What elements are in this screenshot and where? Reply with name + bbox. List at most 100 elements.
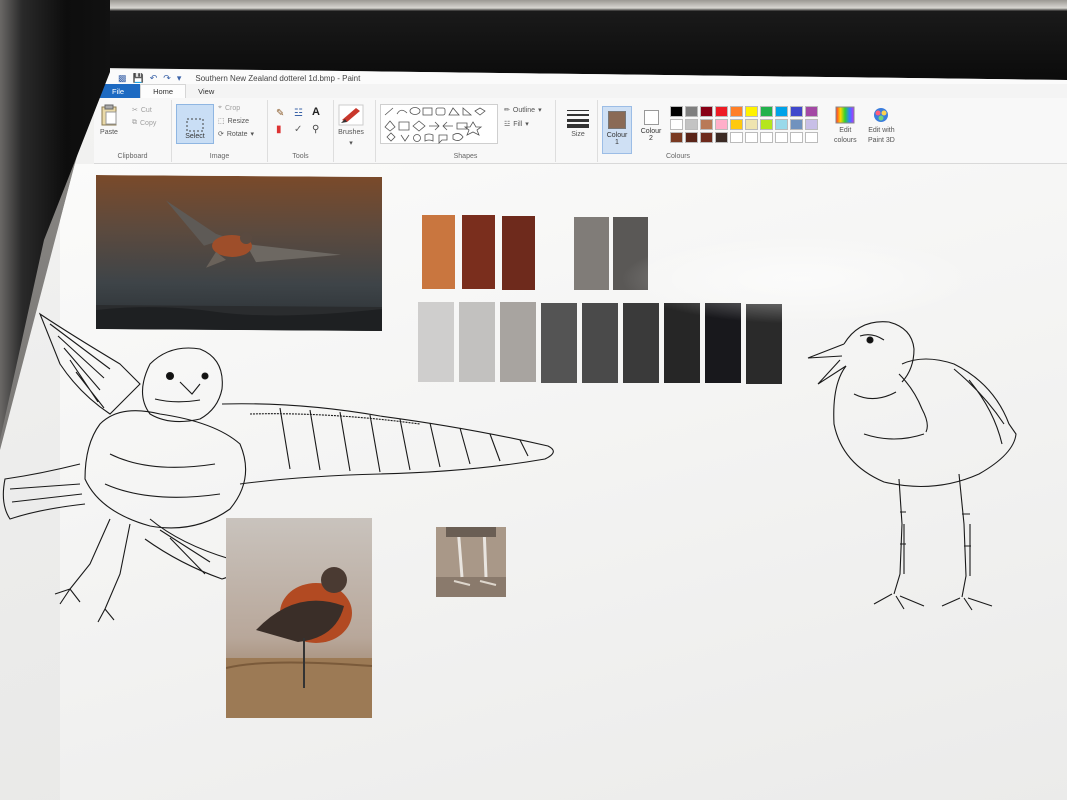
edit-colours-line2: colours [834,137,857,144]
palette-swatch[interactable] [760,132,773,143]
outline-button[interactable]: ✏ Outline ▾ [504,106,542,115]
select-label: Select [185,133,205,140]
redo-icon[interactable]: ↷ [163,73,171,84]
colour1-button[interactable]: Colour 1 [602,106,632,154]
clipboard-group: Paste ✂ Cut ⧉ Copy Clipboard [94,100,172,162]
colour-palette [670,106,830,146]
resize-icon: ⬚ [218,118,225,125]
colours-group: Colour 1 Colour 2 Edit colours Edit with… [598,100,918,162]
drawing-canvas[interactable] [2,164,1067,800]
palette-swatch[interactable] [760,119,773,130]
colour-swatch [746,303,782,384]
standing-dotterel-image [226,518,372,718]
palette-swatch[interactable] [685,106,698,117]
palette-swatch[interactable] [745,119,758,130]
colour-swatch [613,217,648,291]
colour-swatch [462,215,495,290]
paint3d-line1: Edit with [868,127,895,134]
palette-swatch[interactable] [670,119,683,130]
size-button[interactable]: Size [566,108,590,138]
standing-dotterel-line-drawing [807,321,1017,611]
colour-swatch [502,215,535,290]
quick-access-toolbar: ▩ 💾 ↶ ↷ ▾ [118,73,181,84]
edit-colours-button[interactable]: Edit colours [834,106,857,144]
palette-swatch[interactable] [730,106,743,117]
clipboard-group-label: Clipboard [117,153,148,160]
select-button[interactable]: Select [176,104,214,144]
chevron-down-icon: ▾ [349,140,353,147]
palette-swatch[interactable] [700,132,713,143]
palette-swatch[interactable] [745,106,758,117]
magnifier-icon[interactable]: ⚲ [312,124,319,135]
paste-label: Paste [100,129,118,136]
colour1-label-line2: 1 [615,139,619,146]
fill-button[interactable]: ☳ Fill ▾ [504,120,529,129]
pencil-icon[interactable]: ✎ [276,108,284,119]
paint3d-icon [874,108,889,122]
palette-swatch[interactable] [775,132,788,143]
rotate-button[interactable]: ⟳ Rotate ▾ [218,130,254,139]
ribbon-tabs: File Home View [96,84,1067,98]
colour1-label-line1: Colour [606,132,628,139]
shapes-gallery[interactable] [380,104,498,144]
dotterel-legs-image [436,527,506,597]
palette-swatch[interactable] [745,132,758,143]
brushes-button[interactable]: Brushes ▾ [338,104,364,147]
palette-swatch[interactable] [700,119,713,130]
palette-swatch[interactable] [775,106,788,117]
resize-button[interactable]: ⬚ Resize [218,117,249,126]
color-picker-icon[interactable]: ✓ [294,124,302,135]
text-tool-icon[interactable]: A [312,106,320,118]
line-size-icon [567,110,589,128]
edit-with-paint3d-button[interactable]: Edit with Paint 3D [868,106,895,144]
colour2-swatch [643,110,659,125]
palette-swatch[interactable] [685,132,698,143]
palette-swatch[interactable] [715,119,728,130]
palette-swatch[interactable] [805,119,818,130]
palette-swatch[interactable] [790,132,803,143]
colour2-label-line1: Colour [640,128,662,135]
chevron-down-icon[interactable]: ▾ [177,73,182,84]
paste-button[interactable]: Paste [100,104,118,136]
paste-icon [101,104,117,126]
ribbon: Paste ✂ Cut ⧉ Copy Clipboard Select ⌖ Cr… [94,98,1067,164]
cut-button[interactable]: ✂ Cut [132,106,152,115]
palette-swatch[interactable] [730,119,743,130]
tab-view[interactable]: View [186,84,226,98]
tools-group: ✎ ☳ A ▮ ✓ ⚲ Tools [268,100,334,162]
palette-swatch[interactable] [760,106,773,117]
colour-swatch [664,303,700,384]
brushes-group: Brushes ▾ [334,100,376,162]
colour2-button[interactable]: Colour 2 [638,110,664,142]
palette-swatch[interactable] [685,119,698,130]
palette-swatch[interactable] [790,106,803,117]
palette-swatch[interactable] [805,132,818,143]
save-icon[interactable]: 💾 [133,73,144,84]
device-bezel-top [0,0,1067,80]
palette-swatch[interactable] [715,132,728,143]
palette-swatch[interactable] [700,106,713,117]
eraser-icon[interactable]: ▮ [276,124,282,135]
palette-swatch[interactable] [805,106,818,117]
palette-swatch[interactable] [670,106,683,117]
brush-icon [338,104,364,126]
crop-icon: ⌖ [218,104,222,111]
colour-swatch [705,303,741,384]
undo-icon[interactable]: ↶ [150,73,158,84]
chevron-down-icon: ▾ [538,107,542,114]
palette-swatch[interactable] [775,119,788,130]
fill-bucket-icon[interactable]: ☳ [294,108,303,119]
palette-swatch[interactable] [670,132,683,143]
crop-button[interactable]: ⌖ Crop [218,104,240,112]
palette-swatch[interactable] [715,106,728,117]
cut-label: Cut [140,106,152,114]
scissors-icon: ✂ [132,107,138,114]
copy-label: Copy [140,119,157,127]
rotate-label: Rotate [226,130,248,138]
copy-button[interactable]: ⧉ Copy [132,119,156,127]
tab-home[interactable]: Home [140,84,187,98]
rotate-icon: ⟳ [218,131,224,138]
outline-label: Outline [512,106,536,114]
palette-swatch[interactable] [730,132,743,143]
palette-swatch[interactable] [790,119,803,130]
